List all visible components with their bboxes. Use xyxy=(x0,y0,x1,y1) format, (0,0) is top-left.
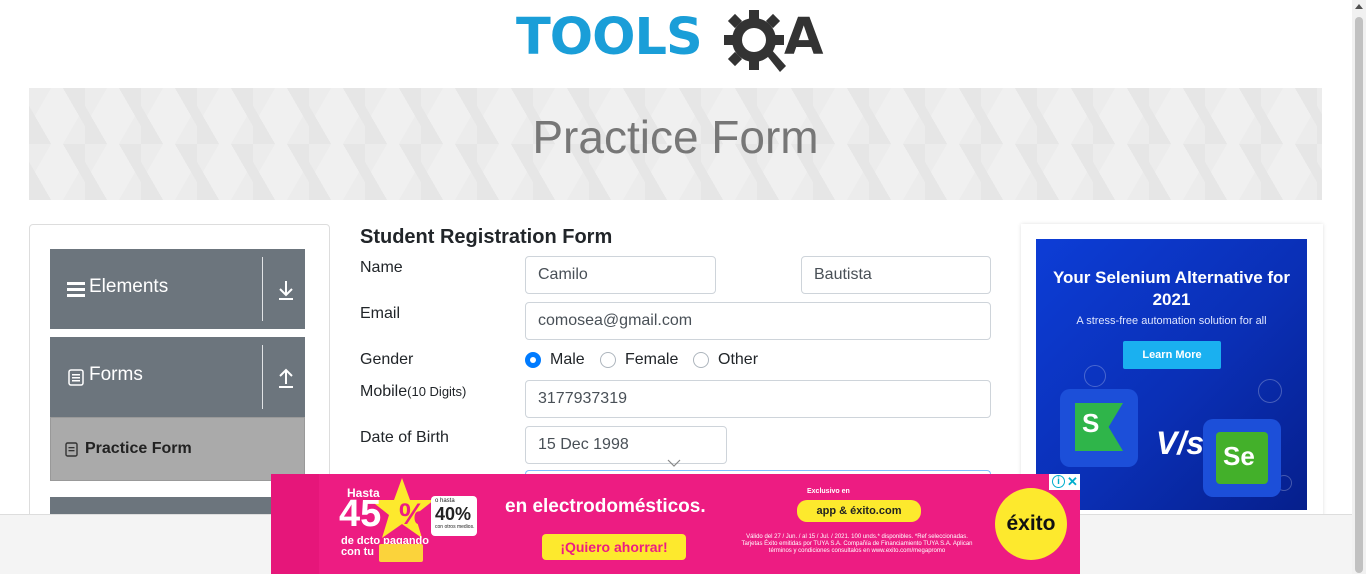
document-icon xyxy=(68,369,84,386)
ad-decoration xyxy=(1258,379,1282,403)
radio-button[interactable] xyxy=(693,352,709,368)
ad-main-text: en electrodomésticos. xyxy=(505,496,706,517)
email-label: Email xyxy=(360,305,401,322)
ad-logo-letter: Se xyxy=(1223,441,1255,471)
selenium-logo: Se xyxy=(1203,419,1281,497)
toolsqa-logo[interactable]: TOOLS A xyxy=(516,6,840,78)
ad-exclusive-text: Exclusivo en xyxy=(807,488,850,495)
ad-subheadline: A stress-free automation solution for al… xyxy=(1076,315,1267,327)
sidebar-item-practice-form[interactable]: Practice Form xyxy=(50,417,305,481)
bottom-ad[interactable]: Hasta 45 % o hasta 40% con otros medios.… xyxy=(271,474,1080,574)
scroll-up-icon[interactable] xyxy=(1355,4,1363,9)
close-icon[interactable]: ✕ xyxy=(1067,474,1078,490)
exito-logo: éxito xyxy=(995,488,1067,560)
sidebar-group-elements[interactable]: Elements xyxy=(50,249,305,329)
ad-decoration xyxy=(1084,365,1106,387)
ad-app-badge: app & éxito.com xyxy=(797,500,921,522)
sidebar-group-label: Forms xyxy=(89,364,143,385)
divider xyxy=(262,345,263,409)
sidebar-group-label: Elements xyxy=(89,276,169,297)
ad-percent: 45 xyxy=(339,493,382,535)
ad-secondary-discount: o hasta 40% con otros medios. xyxy=(431,496,477,536)
ad-headline: Your Selenium Alternative for 2021 xyxy=(1052,268,1291,309)
card-icon xyxy=(379,544,423,562)
dob-input[interactable]: 15 Dec 1998 xyxy=(525,426,727,464)
ad-logo-left: S xyxy=(1060,389,1138,467)
ad-choices[interactable]: i ✕ xyxy=(1049,474,1080,490)
sidebar-group-forms[interactable]: Forms xyxy=(50,337,305,417)
chevron-down-icon[interactable] xyxy=(667,458,681,468)
form-title: Student Registration Form xyxy=(360,226,613,248)
gender-radio-other[interactable]: Other xyxy=(693,350,758,370)
hamburger-icon xyxy=(67,282,85,297)
gear-icon xyxy=(724,10,786,72)
ad-cta-button[interactable]: ¡Quiero ahorrar! xyxy=(542,534,686,560)
ad-logo-letter: S xyxy=(1082,408,1100,438)
radio-label: Other xyxy=(718,351,759,368)
logo-text-end: A xyxy=(784,8,824,67)
radio-button[interactable] xyxy=(600,352,616,368)
learn-more-button[interactable]: Learn More xyxy=(1123,341,1221,369)
info-icon[interactable]: i xyxy=(1052,475,1065,488)
ad-percent-sign: % xyxy=(399,498,426,531)
gender-label: Gender xyxy=(360,351,414,368)
ad-secondary-percent: 40% xyxy=(435,504,472,524)
scrollbar[interactable] xyxy=(1352,0,1366,574)
logo-text: TOOLS xyxy=(516,8,703,67)
radio-label: Male xyxy=(550,351,585,368)
page: TOOLS A Practice Form Elements Forms Pra… xyxy=(0,0,1366,574)
name-label: Name xyxy=(360,259,403,276)
divider xyxy=(262,257,263,321)
download-arrow-icon[interactable] xyxy=(276,279,296,301)
mobile-label-text: Mobile xyxy=(360,383,408,400)
page-banner: Practice Form xyxy=(29,88,1322,200)
scrollbar-thumb[interactable] xyxy=(1355,17,1363,573)
sidebar-item-label: Practice Form xyxy=(85,440,192,457)
dob-label: Date of Birth xyxy=(360,429,449,446)
first-name-input[interactable]: Camilo xyxy=(525,256,716,294)
radio-button[interactable] xyxy=(525,352,541,368)
email-input[interactable]: comosea@gmail.com xyxy=(525,302,991,340)
page-title: Practice Form xyxy=(532,111,819,163)
ad-secondary-note: con otros medios. xyxy=(435,524,475,530)
mobile-hint: (10 Digits) xyxy=(407,384,467,399)
radio-label: Female xyxy=(625,351,679,368)
upload-arrow-icon[interactable] xyxy=(276,367,296,389)
ad-vs-text: V/s xyxy=(1156,425,1205,461)
ad-legal-text: Válido del 27 / Jun. / al 15 / Jul. / 20… xyxy=(741,534,973,554)
side-ad[interactable]: Your Selenium Alternative for 2021 A str… xyxy=(1036,239,1307,510)
ad-legal-strip xyxy=(271,474,319,574)
gender-radio-male[interactable]: Male xyxy=(525,350,585,370)
mobile-input[interactable]: 3177937319 xyxy=(525,380,991,418)
exito-logo-text: éxito xyxy=(1006,512,1056,535)
last-name-input[interactable]: Bautista xyxy=(801,256,991,294)
list-icon xyxy=(65,442,78,457)
mobile-label: Mobile(10 Digits) xyxy=(360,383,466,401)
gender-radio-female[interactable]: Female xyxy=(600,350,678,370)
